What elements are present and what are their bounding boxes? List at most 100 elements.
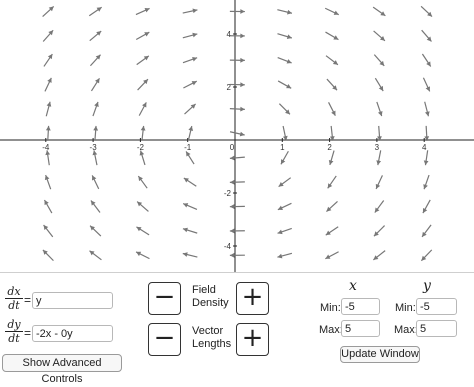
y-column-header: y — [423, 278, 431, 294]
vector-arrow — [423, 175, 429, 189]
field-density-decrease-button[interactable]: − — [148, 282, 181, 315]
vector-arrow — [377, 102, 383, 116]
vector-arrow — [230, 132, 245, 137]
control-panel: dx dt = y dy dt = -2x - 0y Show Advanced… — [0, 272, 474, 385]
vector-arrow — [327, 79, 337, 90]
x-tick-label: -1 — [184, 143, 192, 152]
vector-arrow — [279, 178, 291, 187]
vector-arrow — [325, 8, 339, 15]
vector-arrow — [230, 58, 245, 63]
vector-arrow — [330, 126, 335, 141]
y-tick-label: -2 — [224, 189, 232, 198]
vector-arrow — [183, 57, 197, 63]
update-window-button[interactable]: Update Window — [340, 346, 420, 363]
vector-arrow — [424, 150, 429, 165]
x-tick-label: 3 — [375, 143, 380, 152]
vector-lengths-decrease-button[interactable]: − — [148, 323, 181, 356]
vector-arrow — [373, 251, 385, 260]
vector-arrow — [279, 104, 290, 115]
vector-arrow — [278, 81, 291, 88]
field-density-increase-button[interactable]: + — [236, 282, 269, 315]
x-tick-label: 0 — [230, 143, 235, 152]
vector-arrow — [278, 228, 292, 234]
vector-arrow — [421, 250, 431, 261]
dy-equation-input[interactable]: -2x - 0y — [32, 325, 113, 342]
x-tick-label: 4 — [422, 143, 427, 152]
vector-arrow — [140, 151, 145, 165]
vector-arrow — [137, 56, 149, 65]
vector-arrow — [423, 78, 430, 92]
vector-arrow — [188, 126, 193, 141]
vector-arrow — [283, 126, 288, 141]
vector-arrow — [92, 175, 99, 189]
vector-arrow — [139, 102, 146, 115]
x-min-label: Min: — [320, 302, 341, 315]
dx-equals: = — [24, 293, 31, 307]
vector-arrow — [230, 107, 245, 112]
vector-arrow — [377, 126, 382, 141]
x-column-header: x — [349, 278, 357, 294]
vector-arrow — [422, 54, 430, 67]
vector-arrow — [230, 9, 245, 14]
vector-arrow — [326, 201, 337, 211]
vector-arrow — [376, 175, 383, 189]
vector-arrow — [90, 31, 101, 41]
y-max-input[interactable]: 5 — [416, 320, 457, 337]
slope-field-plot[interactable]: -4-3-2-10123442-2-4 — [0, 0, 474, 272]
vector-arrow — [183, 81, 196, 88]
vector-arrow — [43, 30, 53, 41]
vector-arrow — [422, 30, 432, 41]
vector-arrow — [186, 151, 194, 164]
vector-arrow — [423, 200, 430, 213]
vector-arrow — [326, 56, 338, 65]
vector-arrow — [230, 204, 245, 209]
vector-arrow — [137, 202, 148, 212]
vector-arrow — [45, 175, 51, 189]
dy-dt-fraction: dy dt — [5, 319, 23, 344]
vector-arrow — [375, 200, 384, 212]
dx-equation-input[interactable]: y — [32, 292, 113, 309]
vector-arrow — [46, 126, 51, 141]
vector-arrow — [278, 58, 292, 64]
vector-arrow — [93, 102, 99, 116]
vector-arrow — [43, 250, 54, 261]
vector-arrow — [90, 55, 100, 66]
vector-arrow — [136, 8, 150, 15]
vector-arrow — [277, 34, 291, 39]
dx-denominator: dt — [8, 299, 19, 312]
y-min-input[interactable]: -5 — [416, 298, 457, 315]
vector-arrow — [138, 176, 147, 188]
y-min-label: Min: — [395, 302, 416, 315]
vector-arrow — [375, 78, 383, 91]
show-advanced-controls-button[interactable]: Show Advanced Controls — [2, 354, 122, 372]
vector-arrow — [277, 10, 292, 15]
vector-arrow — [136, 32, 149, 39]
vector-arrow — [230, 253, 245, 258]
x-max-input[interactable]: 5 — [341, 320, 380, 337]
vector-arrow — [44, 200, 51, 213]
vector-arrow — [376, 150, 381, 165]
vector-arrow — [373, 7, 385, 16]
vector-arrow — [325, 252, 338, 259]
vector-lengths-increase-button[interactable]: + — [236, 323, 269, 356]
y-tick-label: -4 — [224, 242, 232, 251]
vector-arrow — [90, 226, 101, 236]
dy-equals: = — [24, 326, 31, 340]
vector-arrow — [422, 225, 431, 237]
vector-arrow — [374, 55, 384, 66]
dx-dt-fraction: dx dt — [5, 286, 23, 311]
x-tick-label: -3 — [90, 143, 98, 152]
vector-arrow — [183, 203, 197, 209]
vector-arrow — [138, 79, 148, 90]
vector-arrow — [91, 201, 100, 213]
x-min-input[interactable]: -5 — [341, 298, 380, 315]
vector-arrow — [141, 126, 146, 141]
vector-lengths-label: Vector Lengths — [192, 325, 231, 351]
vector-arrow — [230, 180, 245, 185]
vector-arrow — [136, 227, 149, 235]
y-max-label: Max: — [394, 324, 418, 337]
vector-arrow — [424, 126, 429, 141]
x-tick-label: -4 — [42, 143, 50, 152]
vector-arrow — [44, 54, 52, 66]
dy-numerator: dy — [7, 318, 20, 331]
